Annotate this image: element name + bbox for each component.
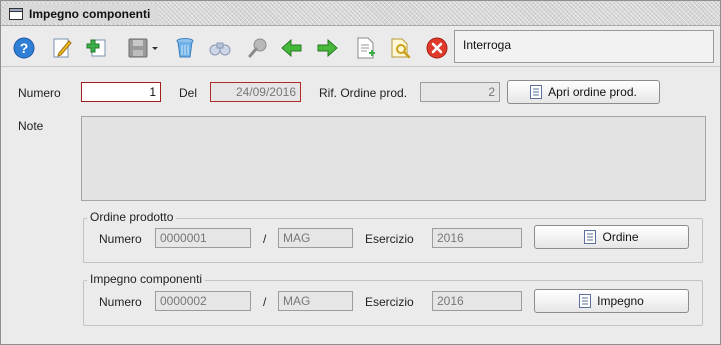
- note-textarea[interactable]: [81, 116, 706, 201]
- ordine-numero-label: Numero: [99, 232, 142, 246]
- new-document-icon: [357, 37, 375, 59]
- ordine-slash: /: [263, 232, 267, 246]
- close-icon: [426, 37, 448, 59]
- toolbar: ? Interroga: [1, 27, 720, 67]
- note-label: Note: [18, 119, 44, 133]
- date-field[interactable]: 24/09/2016: [210, 82, 301, 102]
- add-icon: [86, 39, 106, 57]
- find-document-button[interactable]: [387, 35, 413, 61]
- new-document-button[interactable]: [352, 35, 378, 61]
- impegno-componenti-title: Impegno componenti: [87, 272, 206, 286]
- rif-ordine-label: Rif. Ordine prod.: [319, 86, 408, 100]
- mode-indicator: Interroga: [454, 30, 714, 63]
- ordine-button-label: Ordine: [602, 230, 639, 244]
- impegno-button[interactable]: Impegno: [534, 289, 689, 313]
- rif-ordine-field[interactable]: 2: [420, 82, 500, 102]
- svg-text:?: ?: [20, 40, 29, 56]
- ordine-esercizio-field[interactable]: 2016: [432, 228, 522, 248]
- impegno-esercizio-label: Esercizio: [365, 295, 414, 309]
- save-button[interactable]: [126, 35, 162, 61]
- title-bar: Impegno componenti: [1, 1, 720, 26]
- document-icon: [579, 294, 592, 308]
- binoculars-icon: [209, 42, 231, 56]
- arrow-right-icon: [317, 38, 338, 58]
- delete-icon: [176, 38, 194, 58]
- document-icon: [584, 230, 597, 244]
- binoculars-button[interactable]: [207, 35, 233, 61]
- edit-icon: [53, 38, 72, 58]
- impegno-numero-label: Numero: [99, 295, 142, 309]
- window-title: Impegno componenti: [29, 6, 151, 21]
- impegno-esercizio-field[interactable]: 2016: [432, 291, 522, 311]
- ordine-numero-field[interactable]: 0000001: [155, 228, 251, 248]
- add-button[interactable]: [84, 35, 110, 61]
- impegno-slash: /: [263, 295, 267, 309]
- previous-button[interactable]: [279, 35, 305, 61]
- impegno-numero-field[interactable]: 0000002: [155, 291, 251, 311]
- next-button[interactable]: [314, 35, 340, 61]
- numero-label: Numero: [18, 86, 61, 100]
- ordine-button[interactable]: Ordine: [534, 225, 689, 249]
- title-wrap: Impegno componenti: [5, 4, 159, 23]
- apri-ordine-label: Apri ordine prod.: [548, 85, 637, 99]
- save-icon: [128, 38, 158, 58]
- numero-field[interactable]: 1: [81, 82, 161, 102]
- help-button[interactable]: ?: [11, 35, 37, 61]
- ordine-serie-field[interactable]: MAG: [278, 228, 353, 248]
- help-icon: ?: [13, 37, 35, 59]
- del-label: Del: [179, 86, 198, 100]
- impegno-serie-field[interactable]: MAG: [278, 291, 353, 311]
- window: Impegno componenti ? Interroga Numero 1 …: [0, 0, 721, 345]
- apri-ordine-button[interactable]: Apri ordine prod.: [507, 80, 660, 104]
- delete-button[interactable]: [172, 35, 198, 61]
- impegno-button-label: Impegno: [597, 294, 644, 308]
- search-icon: [248, 38, 267, 58]
- search-button[interactable]: [245, 35, 271, 61]
- edit-button[interactable]: [49, 35, 75, 61]
- close-button[interactable]: [424, 35, 450, 61]
- arrow-left-icon: [281, 38, 302, 58]
- find-document-icon: [391, 38, 411, 59]
- window-icon: [9, 7, 23, 20]
- document-icon: [530, 85, 543, 99]
- ordine-esercizio-label: Esercizio: [365, 232, 414, 246]
- ordine-prodotto-title: Ordine prodotto: [87, 210, 177, 224]
